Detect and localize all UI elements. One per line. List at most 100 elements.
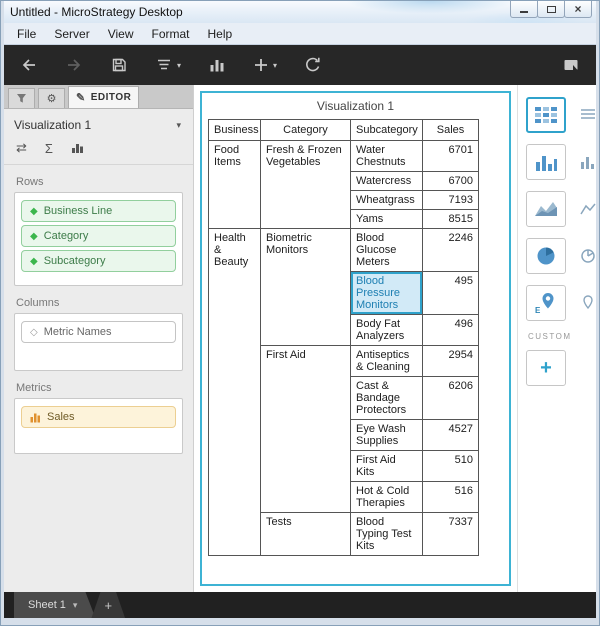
svg-text:E: E xyxy=(535,306,541,314)
gallery-item-map-small[interactable] xyxy=(579,294,596,312)
grid-cell[interactable]: Eye Wash Supplies xyxy=(350,419,423,451)
tab-properties[interactable]: ⚙ xyxy=(38,88,65,108)
grid-header-cell[interactable]: Sales xyxy=(422,119,479,141)
grid-cell[interactable]: 7193 xyxy=(422,190,479,210)
close-button[interactable]: × xyxy=(564,1,592,18)
grid-cell[interactable]: Water Chestnuts xyxy=(350,140,423,172)
grid-cell[interactable]: 6700 xyxy=(422,171,479,191)
visualization-selector-label: Visualization 1 xyxy=(14,118,92,132)
save-button[interactable] xyxy=(110,56,128,74)
grid-header-row: Business LCategorySubcategorySales xyxy=(208,119,479,141)
close-icon: × xyxy=(574,2,582,16)
grid-cell[interactable]: Antiseptics & Cleaning xyxy=(350,345,423,377)
gear-icon: ⚙ xyxy=(46,93,57,105)
row-pill-subcategory[interactable]: ◆ Subcategory xyxy=(21,250,176,272)
columns-zone[interactable]: ◇ Metric Names xyxy=(14,313,183,371)
rows-zone[interactable]: ◆ Business Line ◆ Category ◆ Subcategory xyxy=(14,192,183,286)
rows-label: Rows xyxy=(16,176,44,188)
panel-tabs: ⚙ ✎ EDITOR xyxy=(4,85,193,109)
menu-item-help[interactable]: Help xyxy=(199,25,242,43)
presentation-button[interactable] xyxy=(562,56,580,74)
grid-cell-selected[interactable]: Blood Pressure Monitors xyxy=(350,271,423,315)
gallery-item-grid-small[interactable] xyxy=(579,106,596,124)
grid-cell[interactable]: 2954 xyxy=(422,345,479,377)
grid-cell[interactable]: Health & Beauty xyxy=(208,228,261,556)
menu-item-server[interactable]: Server xyxy=(45,25,98,43)
grid-cell[interactable]: 4527 xyxy=(422,419,479,451)
grid-cell[interactable]: 496 xyxy=(422,314,479,346)
chevron-down-icon: ▾ xyxy=(176,119,181,130)
menu-item-view[interactable]: View xyxy=(99,25,143,43)
sheet-tab[interactable]: Sheet 1 ▾ xyxy=(14,592,95,618)
grid-cell[interactable]: 6206 xyxy=(422,376,479,420)
maximize-button[interactable] xyxy=(537,1,565,18)
grid-header-cell[interactable]: Category xyxy=(260,119,351,141)
titlebar[interactable]: Untitled - MicroStrategy Desktop × xyxy=(4,1,596,23)
insert-visualization-button[interactable] xyxy=(208,56,226,74)
bar-chart-icon xyxy=(536,156,557,171)
grid-cell[interactable]: Body Fat Analyzers xyxy=(350,314,423,346)
area-chart-icon xyxy=(535,202,557,216)
gallery-item-pie-chart-small[interactable] xyxy=(579,247,596,265)
grid-cell[interactable]: First Aid xyxy=(260,345,351,513)
metric-pill-sales[interactable]: Sales xyxy=(21,406,176,428)
grid-cell[interactable]: Blood Glucose Meters xyxy=(350,228,423,272)
row-pill-category[interactable]: ◆ Category xyxy=(21,225,176,247)
swap-axes-icon[interactable]: ⇄ xyxy=(16,140,27,156)
sigma-icon[interactable]: Σ xyxy=(45,141,53,156)
visualization-container[interactable]: Visualization 1 Business LCategorySubcat… xyxy=(200,91,511,586)
grid-cell[interactable]: 8515 xyxy=(422,209,479,229)
redo-button[interactable] xyxy=(65,56,83,74)
grid-cell[interactable]: 7337 xyxy=(422,512,479,556)
gallery-item-map[interactable]: E xyxy=(526,285,566,321)
grid-cell[interactable]: Wheatgrass xyxy=(350,190,423,210)
grid-cell[interactable]: Cast & Bandage Protectors xyxy=(350,376,423,420)
menu-item-format[interactable]: Format xyxy=(142,25,198,43)
gallery-item-area-chart[interactable] xyxy=(526,191,566,227)
tab-filter[interactable] xyxy=(8,88,35,108)
add-custom-visualization-button[interactable]: + xyxy=(526,350,566,386)
grid-cell[interactable]: 495 xyxy=(422,271,479,315)
grid-cell[interactable]: Fresh & Frozen Vegetables xyxy=(260,140,351,229)
grid-cell[interactable]: 2246 xyxy=(422,228,479,272)
tab-editor[interactable]: ✎ EDITOR xyxy=(68,86,140,108)
grid-cell[interactable]: Yams xyxy=(350,209,423,229)
add-data-button[interactable]: ▾ xyxy=(155,56,181,74)
gallery-item-bar-chart[interactable] xyxy=(526,144,566,180)
grid-cell[interactable]: Tests xyxy=(260,512,351,556)
chevron-down-icon: ▾ xyxy=(72,599,78,610)
column-pill-metric-names[interactable]: ◇ Metric Names xyxy=(21,321,176,343)
grid-cell[interactable]: 510 xyxy=(422,450,479,482)
grid-cell[interactable]: Hot & Cold Therapies xyxy=(350,481,423,513)
gallery-item-area-chart-small[interactable] xyxy=(579,200,596,218)
gallery-item-bar-chart-small[interactable] xyxy=(579,153,596,171)
grid-cell[interactable]: First Aid Kits xyxy=(350,450,423,482)
grid-cell[interactable]: 516 xyxy=(422,481,479,513)
pencil-icon: ✎ xyxy=(76,92,86,104)
row-pill-business-line[interactable]: ◆ Business Line xyxy=(21,200,176,222)
refresh-button[interactable] xyxy=(304,56,322,74)
tab-editor-label: EDITOR xyxy=(90,92,132,103)
grid-row: Food Items Fresh & Frozen Vegetables Water… xyxy=(208,140,479,229)
add-sheet-button[interactable]: + xyxy=(91,592,125,618)
grid-cell[interactable]: Biometric Monitors xyxy=(260,228,351,346)
undo-button[interactable] xyxy=(20,56,38,74)
grid-header-cell[interactable]: Subcategory xyxy=(350,119,423,141)
plus-icon: + xyxy=(540,357,552,379)
visualization-selector[interactable]: Visualization 1 ▾ xyxy=(4,109,193,138)
metrics-zone[interactable]: Sales xyxy=(14,398,183,454)
grid-visualization: Business LCategorySubcategorySales Food … xyxy=(208,119,479,556)
grid-cell[interactable]: Food Items xyxy=(208,140,261,229)
grid-header-cell[interactable]: Business L xyxy=(208,119,261,141)
grid-cell[interactable]: 6701 xyxy=(422,140,479,172)
minimize-button[interactable] xyxy=(510,1,538,18)
menu-item-file[interactable]: File xyxy=(8,25,45,43)
add-element-button[interactable]: ▾ xyxy=(253,57,277,73)
gallery-item-pie-chart[interactable] xyxy=(526,238,566,274)
grid-cell[interactable]: Blood Typing Test Kits xyxy=(350,512,423,556)
column-pill-label: Metric Names xyxy=(43,326,112,338)
grid-cell[interactable]: Watercress xyxy=(350,171,423,191)
gallery-item-grid[interactable] xyxy=(526,97,566,133)
maximize-icon xyxy=(546,5,556,13)
mini-chart-icon[interactable] xyxy=(71,142,84,154)
